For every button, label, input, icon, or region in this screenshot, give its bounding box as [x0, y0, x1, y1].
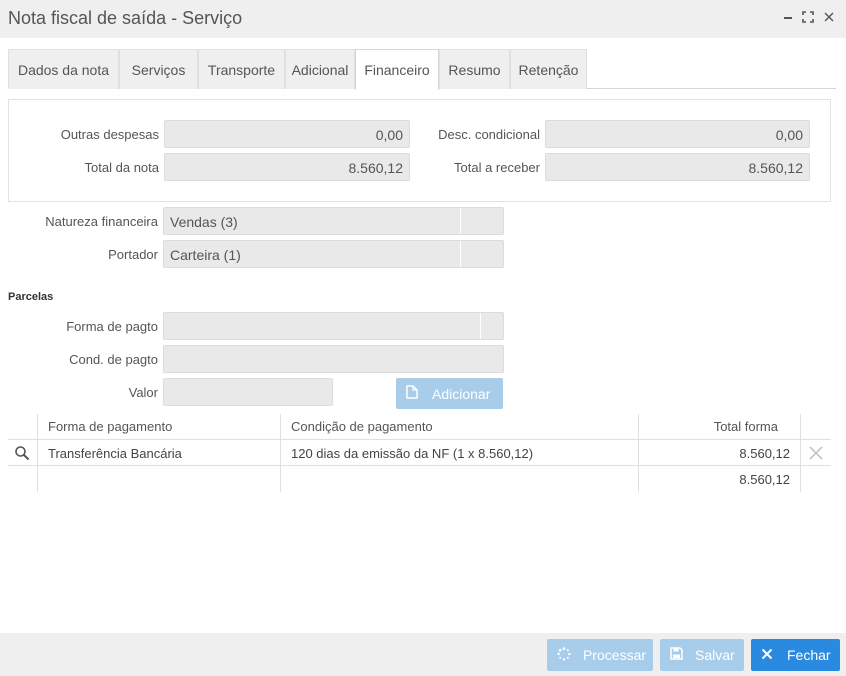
- delete-row-icon[interactable]: [808, 445, 824, 464]
- cond-pagto-label: Cond. de pagto: [69, 352, 158, 367]
- tab-bar: Dados da nota Serviços Transporte Adicio…: [8, 49, 836, 90]
- grid-column-divider: [638, 414, 639, 492]
- processar-button[interactable]: Processar: [547, 639, 653, 671]
- forma-pagto-select[interactable]: [163, 312, 504, 340]
- desc-condicional-label: Desc. condicional: [438, 127, 540, 142]
- tab-transporte[interactable]: Transporte: [198, 49, 285, 89]
- adicionar-label: Adicionar: [432, 386, 491, 402]
- grid-header-divider: [8, 439, 831, 440]
- column-header-total[interactable]: Total forma: [643, 419, 778, 434]
- forma-pagto-label: Forma de pagto: [66, 319, 158, 334]
- tab-financeiro[interactable]: Financeiro: [355, 49, 439, 90]
- window-title: Nota fiscal de saída - Serviço: [8, 8, 243, 28]
- row-forma: Transferência Bancária: [48, 446, 182, 461]
- total-nota-label: Total da nota: [84, 160, 159, 175]
- dialog-footer: Processar Salvar Fechar: [0, 633, 846, 676]
- natureza-financeira-select[interactable]: Vendas (3): [163, 207, 504, 235]
- total-receber-field[interactable]: 8.560,12: [545, 153, 810, 181]
- column-header-condicao[interactable]: Condição de pagamento: [291, 419, 433, 434]
- close-icon: [761, 647, 773, 663]
- adicionar-button[interactable]: Adicionar: [396, 378, 503, 409]
- portador-value: Carteira (1): [170, 247, 241, 263]
- outras-despesas-label: Outras despesas: [60, 127, 159, 142]
- portador-select[interactable]: Carteira (1): [163, 240, 504, 268]
- field-divider: [460, 208, 461, 234]
- fechar-button[interactable]: Fechar: [751, 639, 840, 671]
- grid-row-divider: [8, 465, 831, 466]
- spinner-icon: [557, 647, 571, 664]
- tab-servicos[interactable]: Serviços: [119, 49, 198, 89]
- portador-label: Portador: [108, 247, 158, 262]
- total-nota-field[interactable]: 8.560,12: [164, 153, 410, 181]
- desc-condicional-field[interactable]: 0,00: [545, 120, 810, 148]
- search-icon[interactable]: [14, 445, 30, 464]
- processar-label: Processar: [583, 647, 647, 663]
- tab-resumo[interactable]: Resumo: [439, 49, 510, 89]
- grid-column-divider: [800, 414, 801, 492]
- valor-input[interactable]: [163, 378, 333, 406]
- cond-pagto-select[interactable]: [163, 345, 504, 373]
- total-receber-label: Total a receber: [454, 160, 540, 175]
- valor-label: Valor: [128, 385, 158, 400]
- grid-column-divider: [280, 414, 281, 492]
- row-total: 8.560,12: [739, 446, 790, 461]
- salvar-label: Salvar: [695, 647, 735, 663]
- grid-column-divider: [37, 414, 38, 492]
- salvar-button[interactable]: Salvar: [660, 639, 744, 671]
- minimize-icon[interactable]: [782, 11, 794, 26]
- grid-summary-total: 8.560,12: [739, 472, 790, 487]
- save-icon: [670, 647, 683, 663]
- maximize-icon[interactable]: [802, 11, 814, 26]
- field-divider: [480, 313, 481, 339]
- window-titlebar: Nota fiscal de saída - Serviço: [0, 0, 846, 38]
- natureza-financeira-value: Vendas (3): [170, 214, 238, 230]
- outras-despesas-field[interactable]: 0,00: [164, 120, 410, 148]
- totals-panel: [8, 99, 831, 202]
- parcelas-title: Parcelas: [8, 291, 54, 303]
- field-divider: [460, 241, 461, 267]
- natureza-financeira-label: Natureza financeira: [45, 214, 158, 229]
- column-header-forma[interactable]: Forma de pagamento: [48, 419, 172, 434]
- tab-adicional[interactable]: Adicional: [285, 49, 355, 89]
- close-icon[interactable]: [823, 11, 835, 26]
- tab-retencao[interactable]: Retenção: [510, 49, 587, 89]
- row-condicao: 120 dias da emissão da NF (1 x 8.560,12): [291, 446, 534, 461]
- parcelas-grid: Forma de pagamento Condição de pagamento…: [8, 414, 831, 492]
- fechar-label: Fechar: [787, 647, 831, 663]
- document-icon: [406, 385, 418, 402]
- tab-dados-da-nota[interactable]: Dados da nota: [8, 49, 119, 89]
